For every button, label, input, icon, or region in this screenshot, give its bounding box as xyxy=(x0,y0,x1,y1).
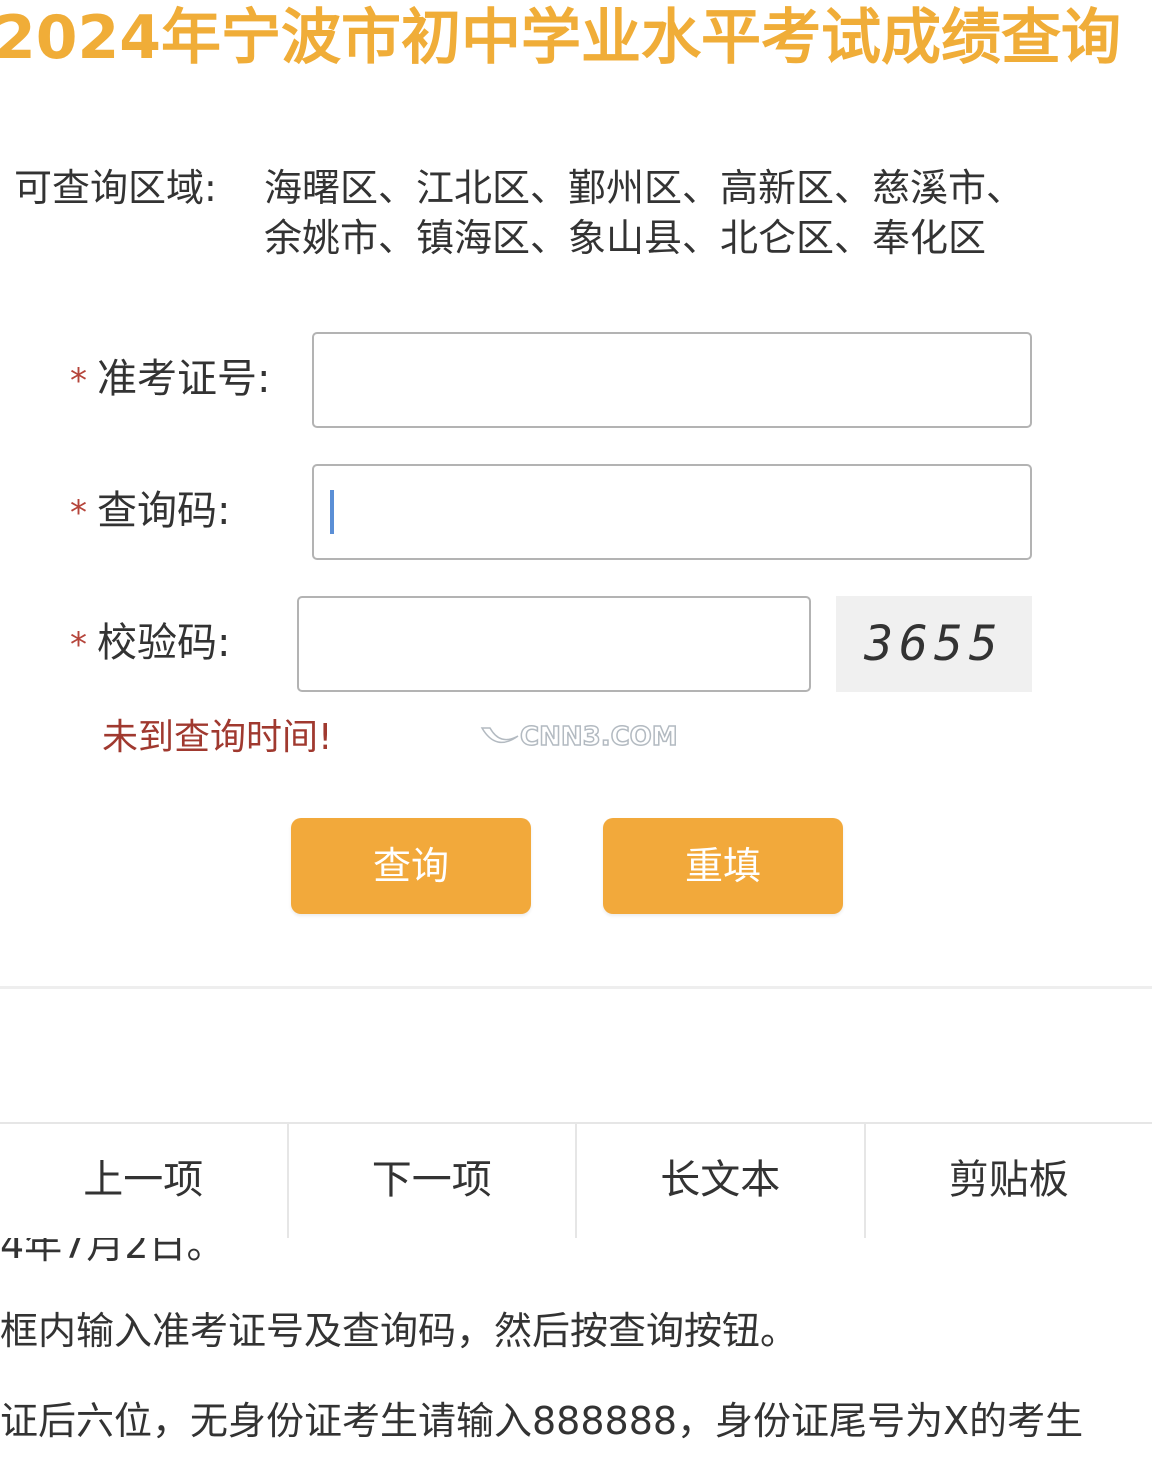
required-mark: * xyxy=(70,625,87,665)
toolbar-long-text[interactable]: 长文本 xyxy=(577,1124,866,1238)
verify-code-label: * 校验码: xyxy=(70,618,230,670)
reset-button[interactable]: 重填 xyxy=(603,818,843,914)
watermark-swoosh-icon xyxy=(480,727,519,744)
toolbar-prev-item[interactable]: 上一项 xyxy=(0,1124,289,1238)
query-code-label-text: 查询码: xyxy=(97,488,231,534)
required-mark: * xyxy=(70,493,87,533)
exam-id-label-text: 准考证号: xyxy=(97,356,271,402)
exam-id-input[interactable] xyxy=(312,332,1032,428)
verify-code-label-text: 校验码: xyxy=(97,620,231,666)
page-title: 2024年宁波市初中学业水平考试成绩查询 xyxy=(0,3,1121,73)
query-button[interactable]: 查询 xyxy=(291,818,531,914)
region-line-1: 海曙区、江北区、鄞州区、高新区、慈溪市、 xyxy=(264,166,1025,210)
text-caret xyxy=(330,490,334,534)
region-list: 海曙区、江北区、鄞州区、高新区、慈溪市、 余姚市、镇海区、象山县、北仑区、奉化区 xyxy=(264,164,1024,264)
watermark-logo: CNN3.COM xyxy=(480,720,678,754)
section-divider xyxy=(0,986,1152,989)
watermark-text: CNN3.COM xyxy=(519,721,678,753)
required-mark: * xyxy=(70,361,87,401)
keyboard-toolbar: 上一项 下一项 长文本 剪贴板 xyxy=(0,1122,1152,1238)
region-label: 可查询区域: xyxy=(14,166,217,210)
error-message: 未到查询时间! xyxy=(102,717,333,758)
region-line-2: 余姚市、镇海区、象山县、北仑区、奉化区 xyxy=(264,216,987,260)
verify-code-input[interactable] xyxy=(297,596,811,692)
captcha-image[interactable]: 3655 xyxy=(836,596,1032,692)
note-line-2: 框内输入准考证号及查询码，然后按查询按钮。 xyxy=(0,1309,799,1353)
query-code-label: * 查询码: xyxy=(70,486,230,538)
note-line-3: 证后六位，无身份证考生请输入888888，身份证尾号为X的考生 xyxy=(0,1399,1084,1443)
toolbar-clipboard[interactable]: 剪贴板 xyxy=(866,1124,1152,1238)
toolbar-next-item[interactable]: 下一项 xyxy=(289,1124,577,1238)
exam-id-label: * 准考证号: xyxy=(70,354,270,406)
query-code-input[interactable] xyxy=(312,464,1032,560)
